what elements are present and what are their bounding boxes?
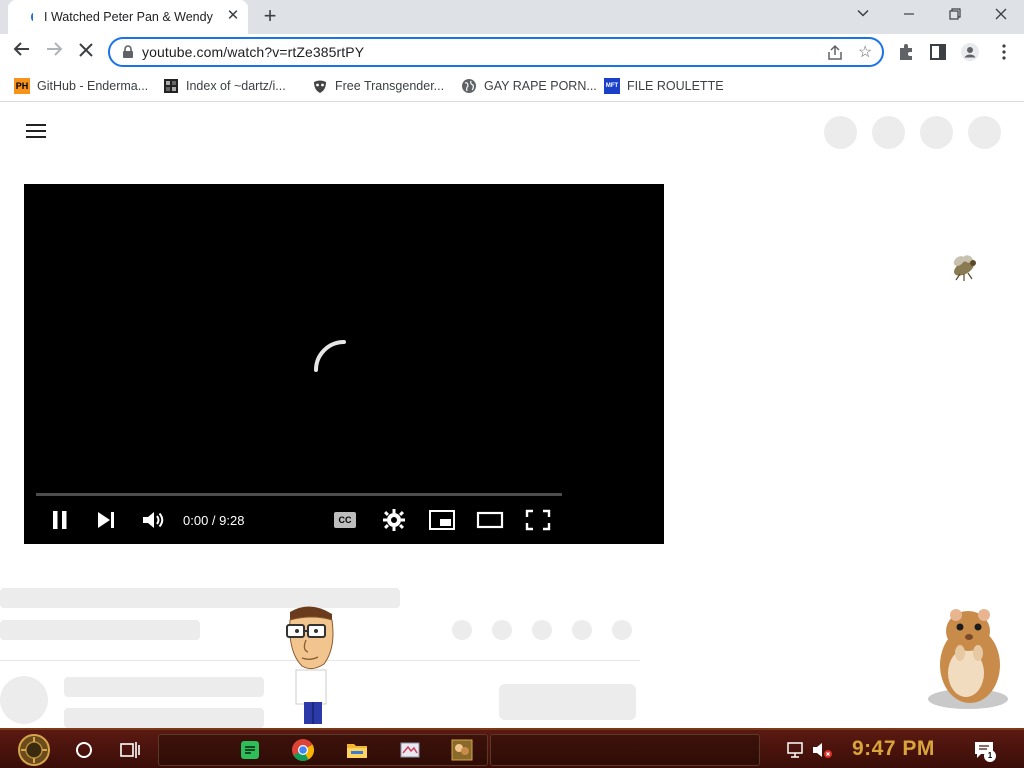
- bookmark-globe[interactable]: GAY RAPE PORN...: [461, 77, 597, 95]
- back-button[interactable]: [8, 38, 36, 66]
- action-placeholder: [612, 620, 632, 640]
- stop-button[interactable]: [72, 38, 100, 66]
- bookmark-label: Index of ~dartz/i...: [186, 79, 286, 93]
- ph-favicon-icon: PH: [14, 78, 30, 94]
- bookmark-label: GAY RAPE PORN...: [484, 79, 597, 93]
- settings-gear-icon[interactable]: [380, 508, 408, 532]
- channel-avatar-placeholder: [0, 676, 48, 724]
- cortana-circle-icon[interactable]: [72, 738, 96, 762]
- loading-spinner-icon: [314, 340, 346, 372]
- chevron-down-icon: [857, 9, 869, 17]
- tab-strip: I Watched Peter Pan & Wendy ✕ +: [0, 0, 1024, 34]
- bookmark-index[interactable]: Index of ~dartz/i...: [163, 77, 286, 95]
- video-player[interactable]: 0:00 / 9:28 CC: [24, 184, 664, 544]
- bookmark-label: FILE ROULETTE: [627, 79, 724, 93]
- bookmark-label: GitHub - Enderma...: [37, 79, 149, 93]
- subscriber-placeholder: [64, 708, 264, 728]
- volume-icon[interactable]: [139, 508, 167, 532]
- extensions-icon[interactable]: [896, 42, 916, 62]
- bookmarks-bar: PH GitHub - Enderma... Index of ~dartz/i…: [0, 70, 1024, 102]
- share-icon: [828, 44, 842, 60]
- progress-bar[interactable]: [36, 493, 562, 496]
- kebab-menu-icon[interactable]: [994, 42, 1014, 62]
- browser-toolbar: youtube.com/watch?v=rtZe385rtPY ☆: [0, 34, 1024, 70]
- bookmark-file-roulette[interactable]: MFT FILE ROULETTE: [604, 77, 724, 95]
- volume-muted-icon[interactable]: [810, 738, 834, 762]
- lock-icon: [123, 45, 133, 58]
- task-view-icon[interactable]: [118, 738, 142, 762]
- green-app-icon[interactable]: [238, 738, 262, 762]
- url-text[interactable]: youtube.com/watch?v=rtZe385rtPY: [142, 44, 364, 60]
- pause-icon[interactable]: [46, 508, 74, 532]
- next-video-icon[interactable]: [92, 508, 120, 532]
- action-center-button[interactable]: 1: [972, 738, 996, 762]
- notification-count-badge: 1: [984, 750, 996, 762]
- new-tab-button[interactable]: +: [258, 4, 282, 28]
- arrow-left-icon: [13, 42, 29, 56]
- restore-icon: [949, 8, 961, 20]
- paint-icon[interactable]: [398, 738, 422, 762]
- game-icon[interactable]: [450, 738, 474, 762]
- guide-menu-icon[interactable]: [26, 124, 46, 138]
- hamster-buddy-icon: [928, 609, 1008, 709]
- theater-mode-icon[interactable]: [476, 508, 504, 532]
- chrome-icon[interactable]: [291, 738, 315, 762]
- hank-hill-buddy-icon: [286, 606, 334, 724]
- action-placeholder: [492, 620, 512, 640]
- close-icon: [995, 8, 1007, 20]
- mask-favicon-icon: [314, 80, 326, 93]
- bookmark-transgender[interactable]: Free Transgender...: [312, 77, 444, 95]
- bookmark-star-icon[interactable]: ☆: [858, 42, 872, 62]
- subscribe-button-placeholder: [499, 684, 636, 720]
- time-display: 0:00 / 9:28: [183, 513, 245, 528]
- forward-button[interactable]: [40, 38, 68, 66]
- action-placeholder: [452, 620, 472, 640]
- address-bar[interactable]: youtube.com/watch?v=rtZe385rtPY ☆: [108, 37, 884, 67]
- restore-button[interactable]: [932, 0, 978, 30]
- close-icon: [79, 43, 93, 57]
- header-placeholder-circle: [920, 116, 953, 149]
- bookmark-github[interactable]: PH GitHub - Enderma...: [14, 77, 148, 95]
- close-window-button[interactable]: [978, 0, 1024, 30]
- tab-loading-icon: [31, 13, 35, 21]
- arrow-right-icon: [47, 42, 63, 56]
- index-favicon-icon: [164, 79, 178, 93]
- action-placeholder: [532, 620, 552, 640]
- minimize-icon: [904, 13, 914, 15]
- taskbar-empty-area: [490, 734, 760, 766]
- flying-bug-buddy-icon: [953, 255, 976, 281]
- side-panel-icon[interactable]: [928, 42, 948, 62]
- mft-favicon-icon: MFT: [604, 78, 620, 94]
- taskbar-apps-area: [158, 734, 488, 766]
- tab-close-button[interactable]: ✕: [224, 6, 242, 26]
- taskbar-clock[interactable]: 9:47 PM: [852, 737, 935, 761]
- taskbar: 9:47 PM 1: [0, 728, 1024, 768]
- tab-active[interactable]: I Watched Peter Pan & Wendy ✕: [8, 0, 248, 34]
- profile-avatar-icon[interactable]: [960, 42, 980, 62]
- start-orb-icon[interactable]: [12, 733, 56, 767]
- tab-search-button[interactable]: [840, 0, 886, 30]
- channel-name-placeholder: [64, 677, 264, 697]
- header-placeholder-circle: [872, 116, 905, 149]
- fullscreen-icon[interactable]: [524, 508, 552, 532]
- minimize-button[interactable]: [886, 0, 932, 30]
- file-explorer-icon[interactable]: [345, 738, 369, 762]
- captions-button[interactable]: CC: [332, 508, 360, 532]
- bookmark-label: Free Transgender...: [335, 79, 445, 93]
- views-placeholder: [0, 620, 200, 640]
- miniplayer-icon[interactable]: [428, 508, 456, 532]
- screen: I Watched Peter Pan & Wendy ✕ + youtube.…: [0, 0, 1024, 768]
- globe-favicon-icon: [462, 79, 476, 93]
- header-placeholder-circle: [824, 116, 857, 149]
- tab-title: I Watched Peter Pan & Wendy: [44, 10, 213, 24]
- cc-icon: CC: [334, 512, 356, 528]
- header-placeholder-circle: [968, 116, 1001, 149]
- network-icon[interactable]: [784, 738, 808, 762]
- action-placeholder: [572, 620, 592, 640]
